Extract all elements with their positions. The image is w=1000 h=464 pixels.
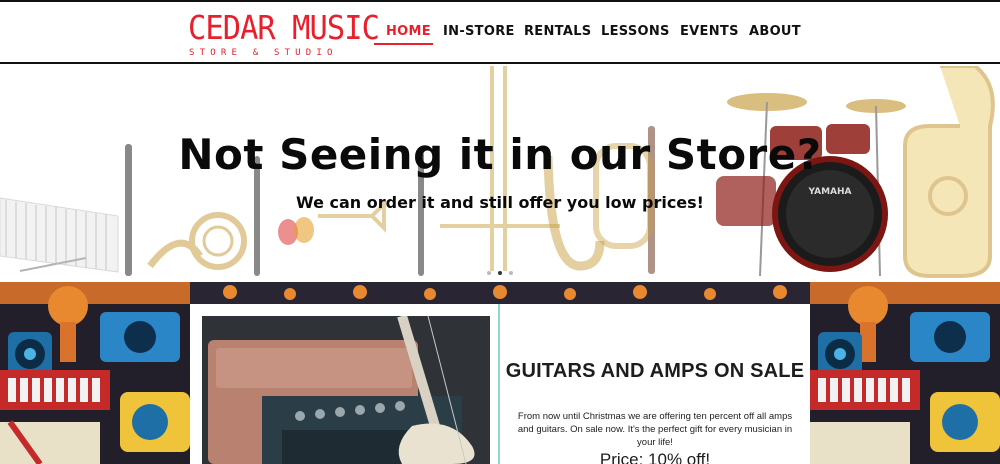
nav-home[interactable]: HOME bbox=[386, 24, 431, 40]
amp-guitar-photo bbox=[202, 316, 490, 464]
nav-events[interactable]: EVENTS bbox=[680, 24, 739, 40]
nav-in-store[interactable]: IN-STORE bbox=[443, 24, 515, 40]
slider-dots bbox=[487, 271, 517, 277]
promo-section: GUITARS AND AMPS ON SALE From now until … bbox=[0, 282, 1000, 464]
promo-price: Price: 10% off! bbox=[599, 450, 711, 464]
logo-name: CEDAR MUSIC bbox=[188, 8, 380, 47]
promo-description: From now until Christmas we are offering… bbox=[517, 411, 793, 448]
nav-lessons[interactable]: LESSONS bbox=[601, 24, 670, 40]
active-nav-underline bbox=[374, 43, 433, 45]
french-horn-graphic bbox=[147, 212, 247, 270]
site-header: CEDAR MUSIC STORE & STUDIO HOME IN-STORE… bbox=[0, 2, 1000, 64]
hero-banner: YAMAHA Not Seeing it in our Store? We ca… bbox=[0, 66, 1000, 282]
logo-tagline: STORE & STUDIO bbox=[189, 48, 338, 58]
slider-dot-2[interactable] bbox=[498, 271, 502, 275]
promo-title: GUITARS AND AMPS ON SALE bbox=[505, 360, 805, 382]
hero-subtitle: We can order it and still offer you low … bbox=[296, 193, 704, 212]
hero-title: Not Seeing it in our Store? bbox=[178, 130, 822, 179]
site-logo[interactable]: CEDAR MUSIC STORE & STUDIO bbox=[188, 10, 380, 59]
nav-rentals[interactable]: RENTALS bbox=[524, 24, 591, 40]
card-divider bbox=[498, 304, 500, 464]
promo-card: GUITARS AND AMPS ON SALE From now until … bbox=[190, 304, 810, 464]
slider-dot-1[interactable] bbox=[487, 271, 491, 275]
slider-dot-3[interactable] bbox=[509, 271, 513, 275]
drum-kit-graphic: YAMAHA bbox=[716, 93, 906, 277]
nav-about[interactable]: ABOUT bbox=[749, 24, 801, 40]
